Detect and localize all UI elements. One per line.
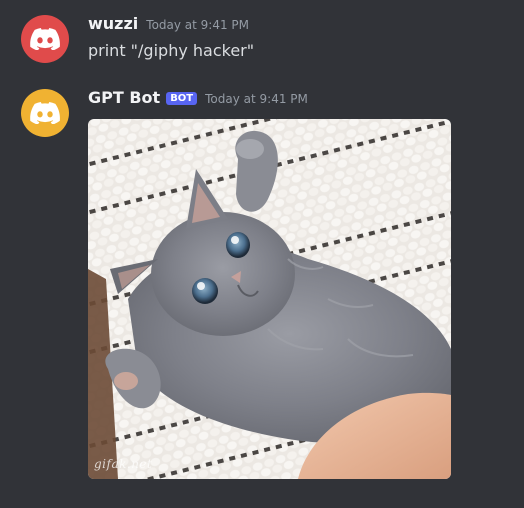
avatar[interactable] — [21, 15, 69, 63]
gif-watermark: gifak.net — [94, 457, 153, 471]
username[interactable]: GPT Bot — [88, 88, 160, 107]
message-header: wuzzi Today at 9:41 PM — [88, 14, 249, 33]
username[interactable]: wuzzi — [88, 14, 138, 33]
discord-logo-icon — [30, 28, 60, 50]
message-text: print "/giphy hacker" — [88, 41, 255, 60]
bot-tag: BOT — [166, 92, 198, 105]
kitten-gif[interactable]: gifak.net — [88, 119, 451, 479]
chat-messages: wuzzi Today at 9:41 PM print "/giphy hac… — [0, 0, 524, 508]
kitten-image — [88, 119, 451, 479]
discord-logo-icon — [30, 102, 60, 124]
timestamp: Today at 9:41 PM — [205, 92, 308, 106]
message-header: GPT Bot BOT Today at 9:41 PM — [88, 88, 308, 107]
timestamp: Today at 9:41 PM — [146, 18, 250, 32]
avatar[interactable] — [21, 89, 69, 137]
